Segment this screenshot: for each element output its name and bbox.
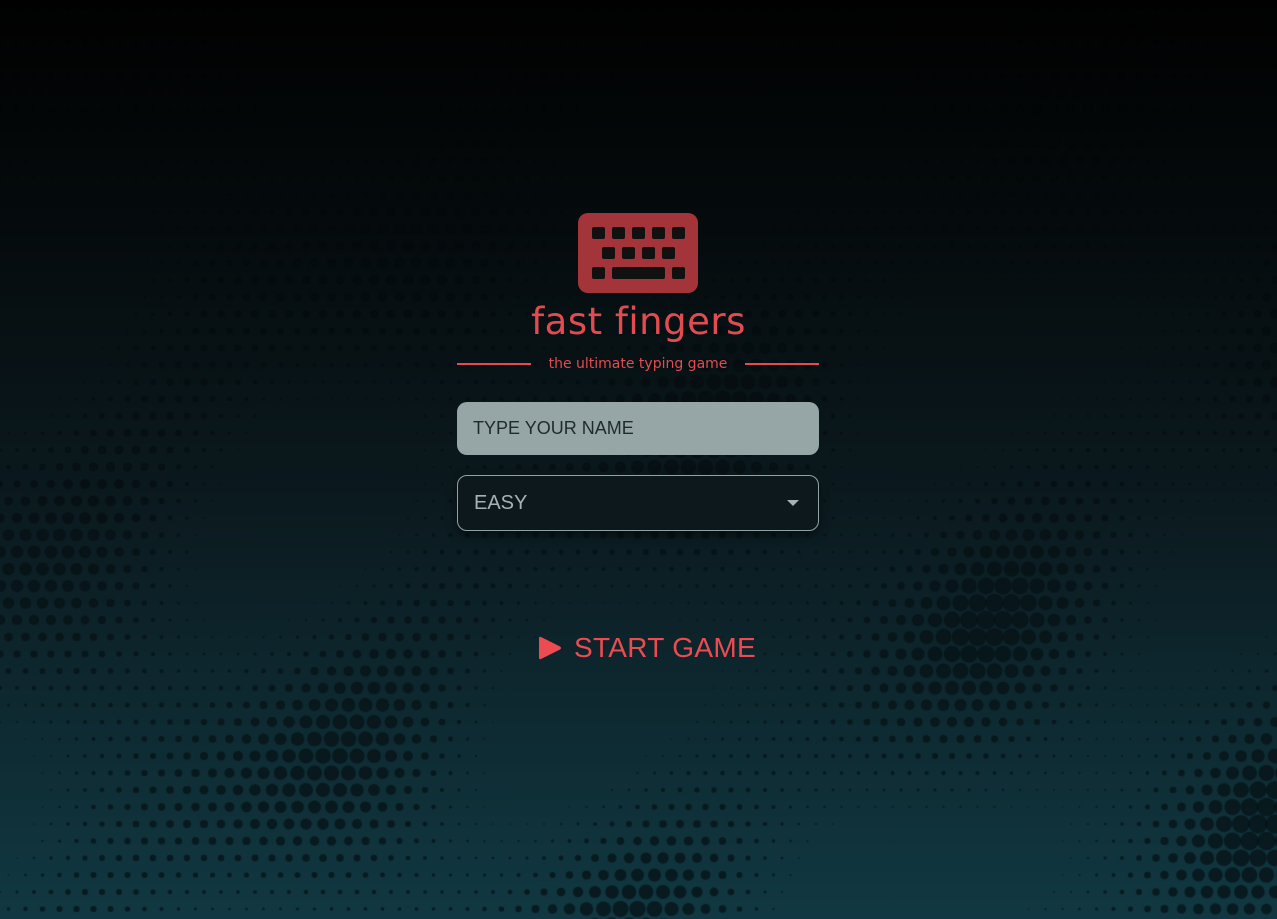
difficulty-value: EASY: [474, 491, 528, 514]
tagline-divider-left: [457, 363, 531, 365]
game-title: fast fingers: [531, 300, 746, 343]
difficulty-select[interactable]: EASY: [457, 475, 819, 531]
tagline: the ultimate typing game: [548, 356, 728, 372]
chevron-down-icon: [787, 500, 799, 506]
keyboard-icon: [578, 213, 698, 293]
start-screen: fast fingers the ultimate typing game EA…: [0, 0, 1277, 919]
start-game-button[interactable]: START GAME: [534, 626, 756, 670]
tagline-row: the ultimate typing game: [457, 353, 819, 375]
name-input[interactable]: [457, 402, 819, 455]
play-icon: [539, 636, 561, 660]
tagline-divider-right: [744, 363, 819, 365]
start-game-label: START GAME: [574, 632, 756, 663]
